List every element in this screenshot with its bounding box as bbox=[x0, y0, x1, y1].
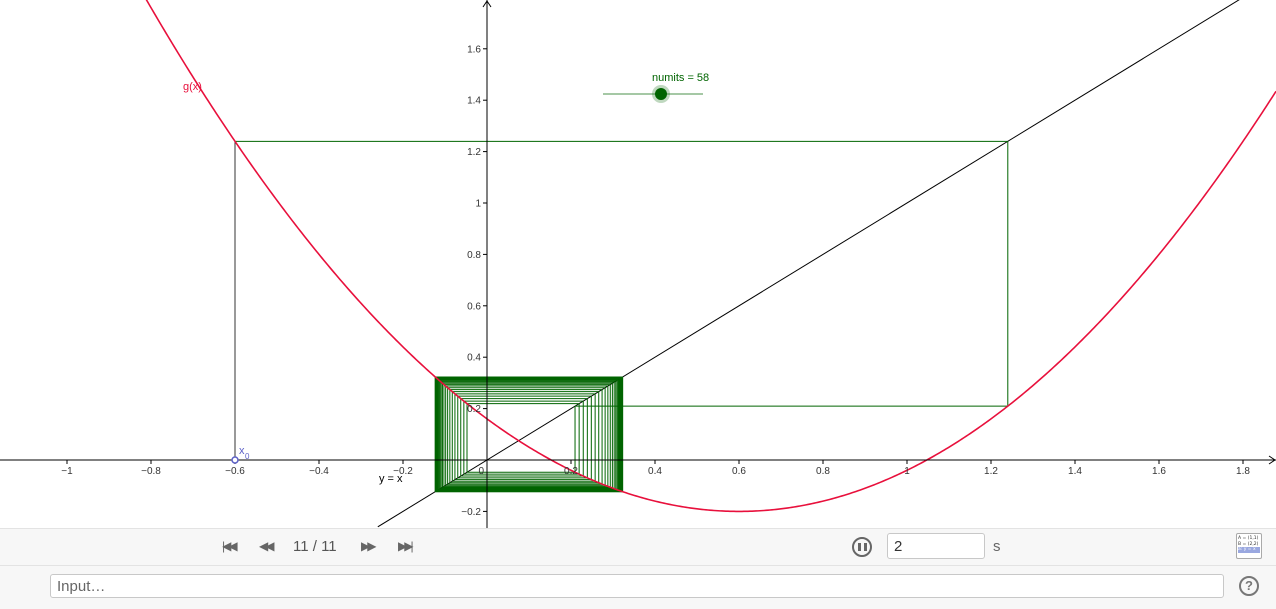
x-tick-label: 0 bbox=[478, 466, 484, 477]
x-tick-label: −0.8 bbox=[141, 466, 161, 477]
x-tick-label: 0.8 bbox=[816, 466, 830, 477]
step-back-icon[interactable]: ◀◀ bbox=[259, 539, 275, 553]
y-tick-label: 0.6 bbox=[467, 301, 481, 312]
point-label-subscript: 0 bbox=[245, 452, 250, 461]
step-forward-icon[interactable]: ▶▶ bbox=[361, 539, 377, 553]
y-tick-label: 0.4 bbox=[467, 353, 481, 364]
y-tick-label: 1 bbox=[475, 199, 481, 210]
function-curve-g[interactable] bbox=[0, 0, 1276, 513]
pause-icon[interactable] bbox=[852, 537, 872, 557]
slider-handle[interactable] bbox=[655, 88, 667, 100]
x-tick-label: 0.4 bbox=[648, 466, 662, 477]
skip-last-icon[interactable]: ▶▶| bbox=[398, 539, 413, 553]
function-label: g(x) bbox=[183, 81, 202, 93]
y-tick-label: 0.8 bbox=[467, 250, 481, 261]
line-label: y = x bbox=[379, 473, 403, 485]
y-tick-label: 0.2 bbox=[467, 404, 481, 415]
speed-input[interactable] bbox=[887, 533, 985, 559]
input-field[interactable] bbox=[50, 574, 1224, 598]
line-y-equals-x[interactable] bbox=[377, 0, 1243, 528]
x-tick-label: 1.2 bbox=[984, 466, 998, 477]
x-tick-label: 0.2 bbox=[564, 466, 578, 477]
axes: −1 −0.8 −0.6 −0.4 −0.2 0 0.2 0.4 0.6 0.8 1 1.2 1.4 1.… bbox=[0, 0, 1276, 528]
point-x0[interactable] bbox=[231, 456, 239, 464]
speed-unit: s bbox=[993, 538, 1001, 555]
x-tick-label: −0.4 bbox=[309, 466, 329, 477]
graphics-view[interactable]: −1 −0.8 −0.6 −0.4 −0.2 0 0.2 0.4 0.6 0.8 1 1.2 1.4 1.… bbox=[0, 0, 1276, 528]
x-tick-label: −1 bbox=[61, 466, 73, 477]
y-tick-label: 1.4 bbox=[467, 96, 481, 107]
x-tick-label: 1.6 bbox=[1152, 466, 1166, 477]
y-tick-label: 1.2 bbox=[467, 147, 481, 158]
y-tick-label: −0.2 bbox=[461, 507, 481, 518]
y-tick-label: 1.6 bbox=[467, 44, 481, 55]
x-tick-label: −0.6 bbox=[225, 466, 245, 477]
algebra-view-icon[interactable]: A = (1,1) B = (2,2) a: y = x bbox=[1236, 533, 1262, 559]
algebra-line: A = (1,1) bbox=[1238, 536, 1259, 541]
step-counter: 11 / 11 bbox=[293, 538, 337, 555]
x-tick-label: 1.8 bbox=[1236, 466, 1250, 477]
x-tick-label: 1.4 bbox=[1068, 466, 1082, 477]
numits-slider[interactable]: numits = 58 bbox=[603, 72, 709, 103]
skip-first-icon[interactable]: |◀◀ bbox=[222, 539, 237, 553]
help-icon[interactable]: ? bbox=[1239, 576, 1259, 596]
x-tick-label: 0.6 bbox=[732, 466, 746, 477]
x-tick-label: 1 bbox=[904, 466, 910, 477]
slider-label: numits = 58 bbox=[652, 72, 709, 84]
input-bar: ? bbox=[0, 565, 1276, 609]
cobweb-iterations bbox=[235, 140, 1009, 493]
algebra-line: a: y = x bbox=[1238, 547, 1260, 553]
construction-navigation-bar: |◀◀ ◀◀ 11 / 11 ▶▶ ▶▶| s A = (1,1) B = (2… bbox=[0, 528, 1276, 565]
